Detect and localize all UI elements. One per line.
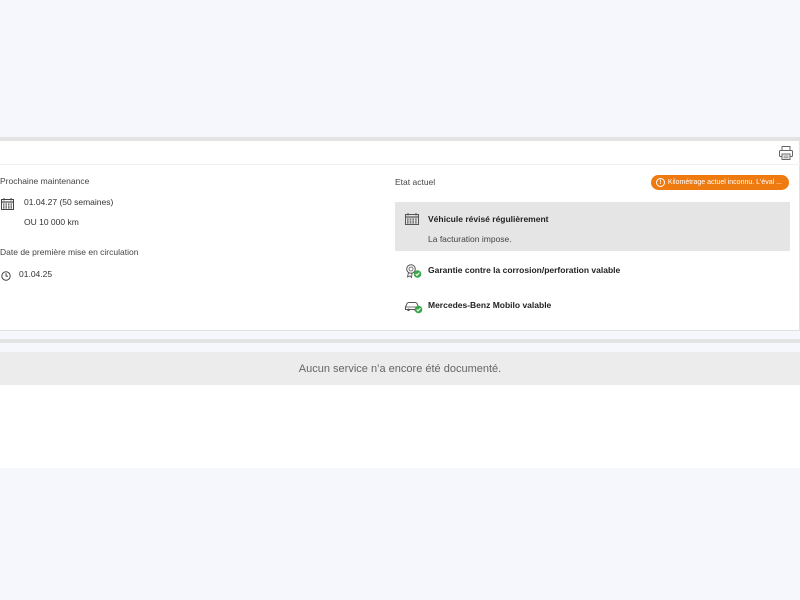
services-content-area — [0, 385, 800, 468]
regular-service-subtitle: La facturation impose. — [428, 234, 512, 244]
maintenance-column: Prochaine maintenance 01.04.27 (50 semai… — [0, 165, 380, 331]
current-state-column: Etat actuel ! Kilométrage actuel inconnu… — [395, 165, 790, 331]
regular-service-title: Véhicule révisé régulièrement — [428, 214, 549, 224]
clock-icon — [1, 268, 11, 286]
first-registration-label: Date de première mise en circulation — [0, 247, 139, 257]
mobilo-title: Mercedes-Benz Mobilo valable — [428, 300, 552, 310]
first-registration-date: 01.04.25 — [19, 269, 53, 279]
calendar-icon — [1, 197, 14, 215]
mobilo-status: Mercedes-Benz Mobilo valable — [395, 297, 790, 317]
warranty-check-icon — [405, 263, 423, 284]
car-check-icon — [404, 298, 424, 319]
regular-service-status: Véhicule révisé régulièrement La factura… — [395, 202, 790, 251]
services-empty-state: Aucun service n’a encore été documenté. — [0, 352, 800, 385]
bottom-divider — [0, 339, 800, 343]
corrosion-warranty-status: Garantie contre la corrosion/perforation… — [395, 262, 790, 282]
warning-icon: ! — [655, 178, 665, 187]
next-maintenance-km: OU 10 000 km — [24, 217, 79, 227]
vehicle-maintenance-panel: Prochaine maintenance 01.04.27 (50 semai… — [0, 141, 800, 331]
printer-icon[interactable] — [778, 145, 794, 161]
current-state-label: Etat actuel — [395, 177, 436, 187]
next-maintenance-date: 01.04.27 (50 semaines) — [24, 197, 114, 207]
mileage-warning-badge[interactable]: ! Kilométrage actuel inconnu. L'éval ... — [650, 175, 789, 190]
calendar-icon — [405, 212, 419, 230]
corrosion-warranty-title: Garantie contre la corrosion/perforation… — [428, 265, 621, 275]
next-maintenance-label: Prochaine maintenance — [0, 176, 90, 186]
panel-toolbar — [0, 141, 800, 165]
mileage-warning-text: Kilométrage actuel inconnu. L'éval ... — [667, 179, 782, 186]
